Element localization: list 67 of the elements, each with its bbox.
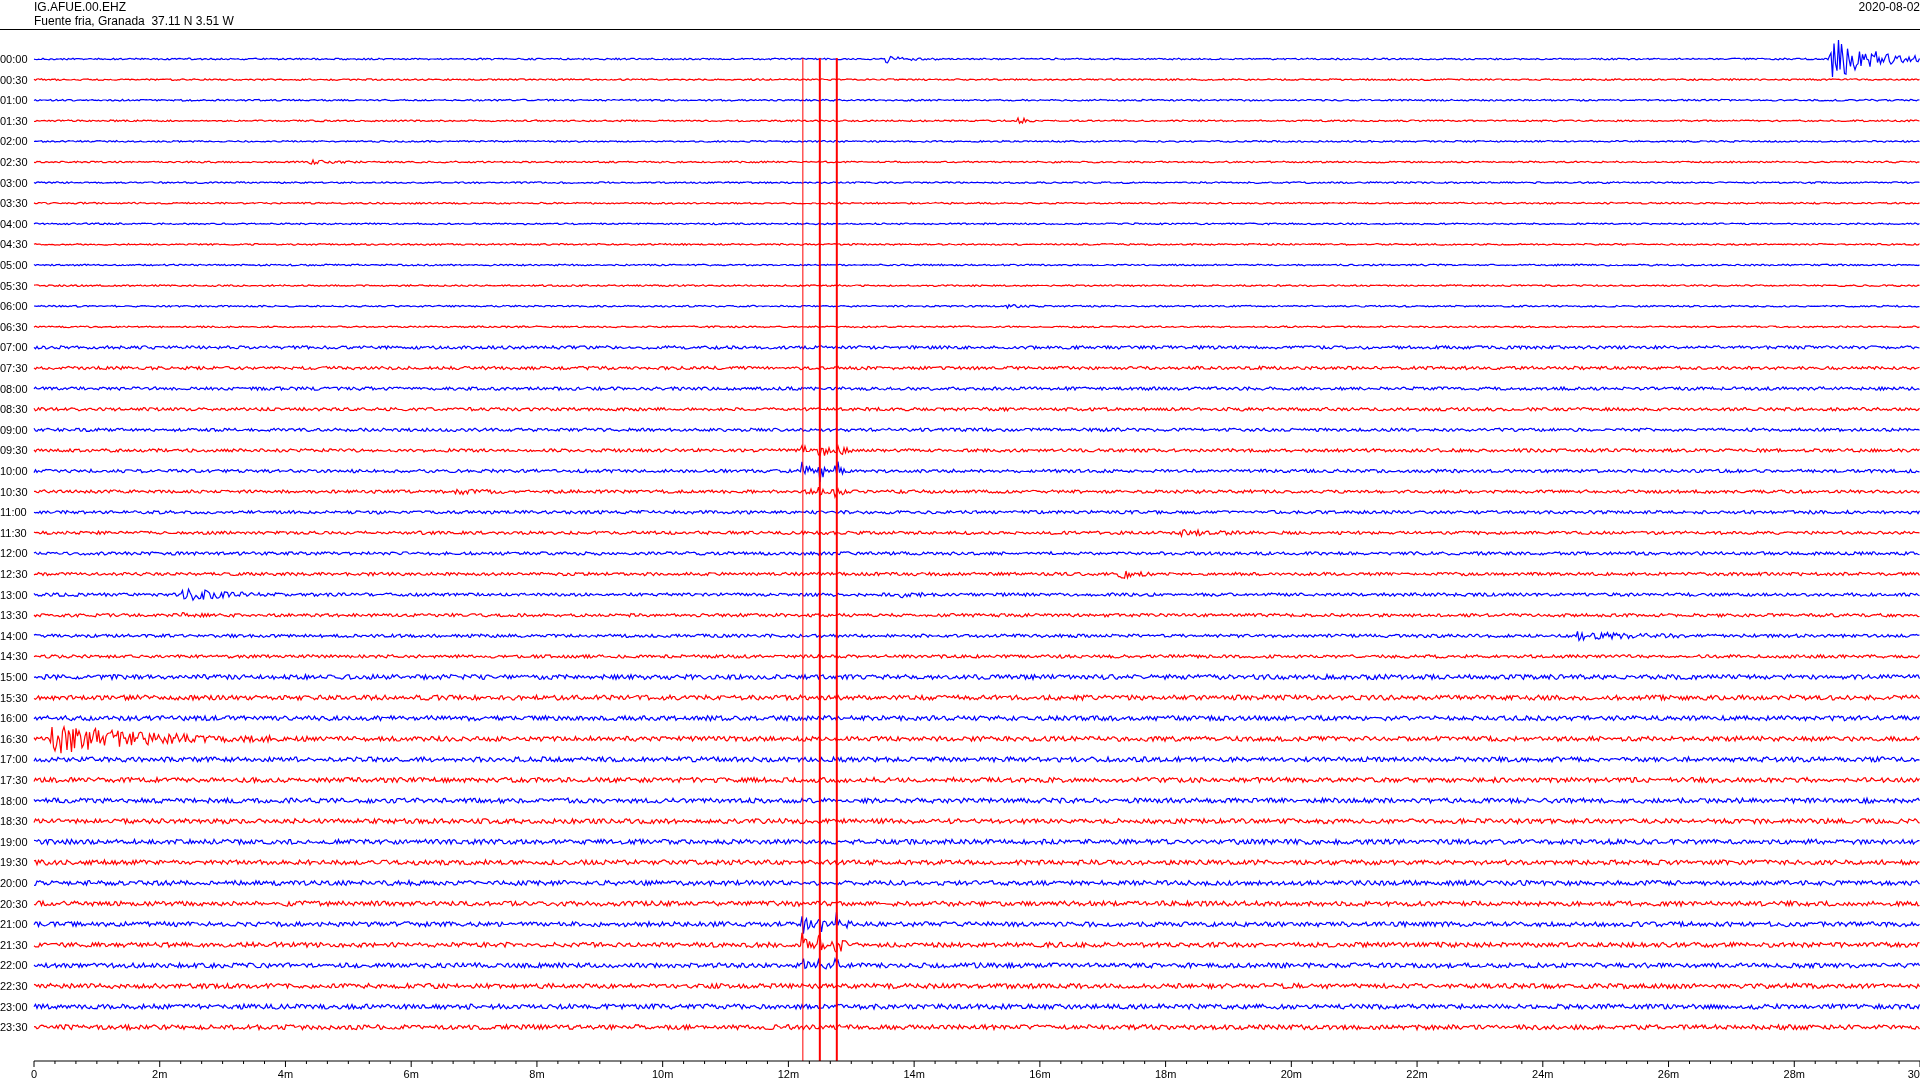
time-label: 19:30: [0, 856, 28, 869]
time-label: 07:00: [0, 341, 28, 354]
time-label: 04:00: [0, 217, 28, 230]
time-label: 02:00: [0, 135, 28, 148]
axis-label: 28m: [1783, 1068, 1805, 1079]
time-label: 14:30: [0, 650, 28, 663]
time-label: 00:30: [0, 73, 28, 86]
axis-label: 30: [1907, 1068, 1920, 1079]
time-label: 23:00: [0, 1000, 28, 1013]
plot-date: 2020-08-02: [1858, 0, 1920, 14]
time-label: 17:30: [0, 774, 28, 786]
time-label: 09:00: [0, 423, 28, 436]
time-label: 22:30: [0, 980, 28, 992]
time-label: 04:30: [0, 238, 28, 251]
time-label: 18:30: [0, 815, 28, 828]
axis-label: 0: [31, 1068, 38, 1079]
time-label: 08:30: [0, 403, 28, 416]
time-label: 16:00: [0, 712, 28, 725]
time-label: 16:30: [0, 732, 28, 745]
time-label: 18:00: [0, 794, 28, 807]
time-label: 07:30: [0, 362, 28, 374]
time-label: 21:30: [0, 938, 28, 951]
axis-label: 16m: [1029, 1068, 1051, 1079]
axis-label: 18m: [1154, 1068, 1177, 1079]
time-label: 10:30: [0, 485, 28, 498]
axis-label: 2m: [152, 1068, 168, 1079]
time-label: 19:00: [0, 835, 28, 848]
time-label: 12:30: [0, 568, 28, 580]
axis-label: 4m: [277, 1068, 294, 1079]
time-label: 01:00: [0, 94, 28, 107]
time-label: 02:30: [0, 156, 28, 168]
axis-label: 8m: [529, 1068, 545, 1079]
time-label: 13:30: [0, 609, 28, 622]
axis-label: 24m: [1532, 1068, 1554, 1079]
axis-label: 10m: [651, 1068, 674, 1079]
axis-label: 6m: [403, 1068, 419, 1079]
time-label: 20:00: [0, 877, 28, 889]
axis-label: 12m: [777, 1068, 800, 1079]
time-label: 21:00: [0, 918, 28, 931]
time-label: 09:30: [0, 444, 28, 457]
time-label: 06:00: [0, 300, 28, 313]
axis-label: 20m: [1280, 1068, 1303, 1079]
axis-label: 26m: [1657, 1068, 1680, 1079]
time-label: 00:00: [0, 53, 28, 65]
time-label: 11:00: [0, 506, 27, 519]
time-label: 10:00: [0, 465, 28, 477]
time-label: 03:30: [0, 197, 28, 210]
time-label: 05:30: [0, 279, 28, 292]
time-label: 20:30: [0, 897, 28, 910]
time-label: 15:00: [0, 671, 28, 683]
time-label: 15:30: [0, 691, 28, 704]
axis-label: 14m: [903, 1068, 925, 1079]
time-label: 22:00: [0, 959, 28, 972]
time-label: 05:00: [0, 259, 28, 271]
time-label: 11:30: [0, 526, 27, 539]
time-label: 13:00: [0, 588, 28, 601]
time-label: 08:00: [0, 382, 28, 395]
time-label: 17:00: [0, 753, 28, 766]
time-label: 12:00: [0, 547, 28, 560]
time-label: 03:00: [0, 176, 28, 189]
time-label: 23:30: [0, 1021, 28, 1034]
station-code: IG.AFUE.00.EHZ: [34, 0, 127, 14]
time-label: 01:30: [0, 114, 28, 127]
time-label: 14:00: [0, 629, 28, 642]
time-label: 06:30: [0, 320, 28, 333]
axis-label: 22m: [1406, 1068, 1428, 1079]
station-location: Fuente fria, Granada 37.11 N 3.51 W: [34, 14, 234, 28]
